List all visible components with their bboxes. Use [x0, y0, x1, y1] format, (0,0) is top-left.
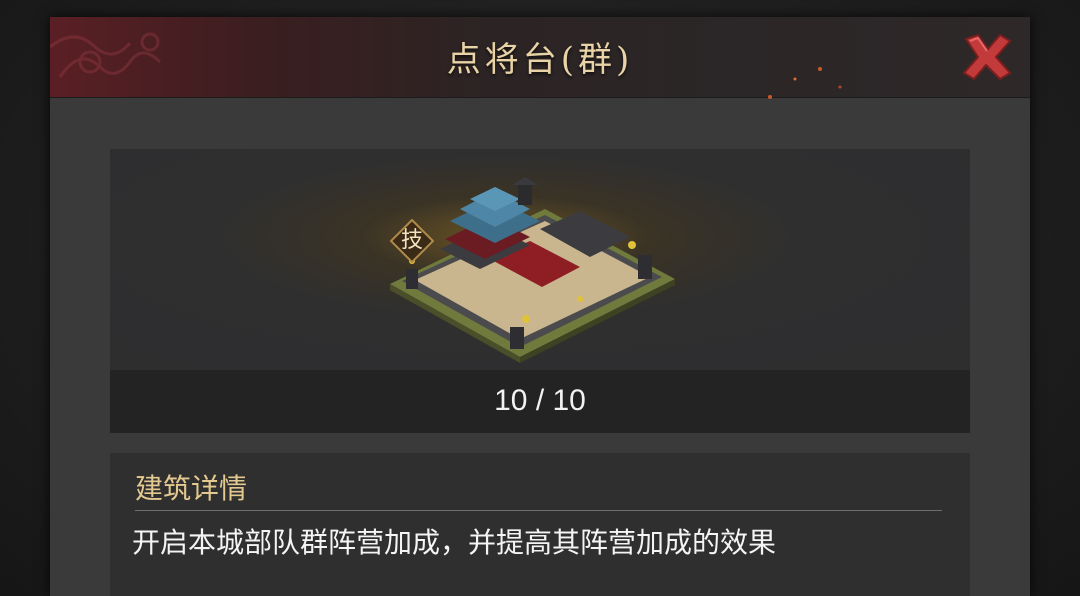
details-divider — [135, 510, 942, 511]
building-preview-panel: 技 10 / 10 — [110, 149, 970, 433]
building-image — [110, 149, 970, 369]
details-heading: 建筑详情 — [135, 472, 248, 505]
skill-badge-label: 技 — [400, 228, 423, 253]
details-description: 开启本城部队群阵营加成，并提高其阵营加成的效果 — [132, 526, 777, 559]
building-details-panel: 建筑详情 开启本城部队群阵营加成，并提高其阵营加成的效果 — [110, 453, 970, 596]
building-info-dialog: 点将台(群) 技 10 / 10 建筑详情 开启本城部队群阵营加成，并提高其阵营… — [50, 17, 1030, 596]
dialog-title: 点将台(群) — [446, 40, 634, 80]
building-level: 10 / 10 — [110, 370, 970, 433]
title-bar: 点将台(群) — [50, 17, 1030, 99]
close-icon[interactable] — [958, 29, 1014, 85]
fortress-illustration — [390, 177, 675, 363]
